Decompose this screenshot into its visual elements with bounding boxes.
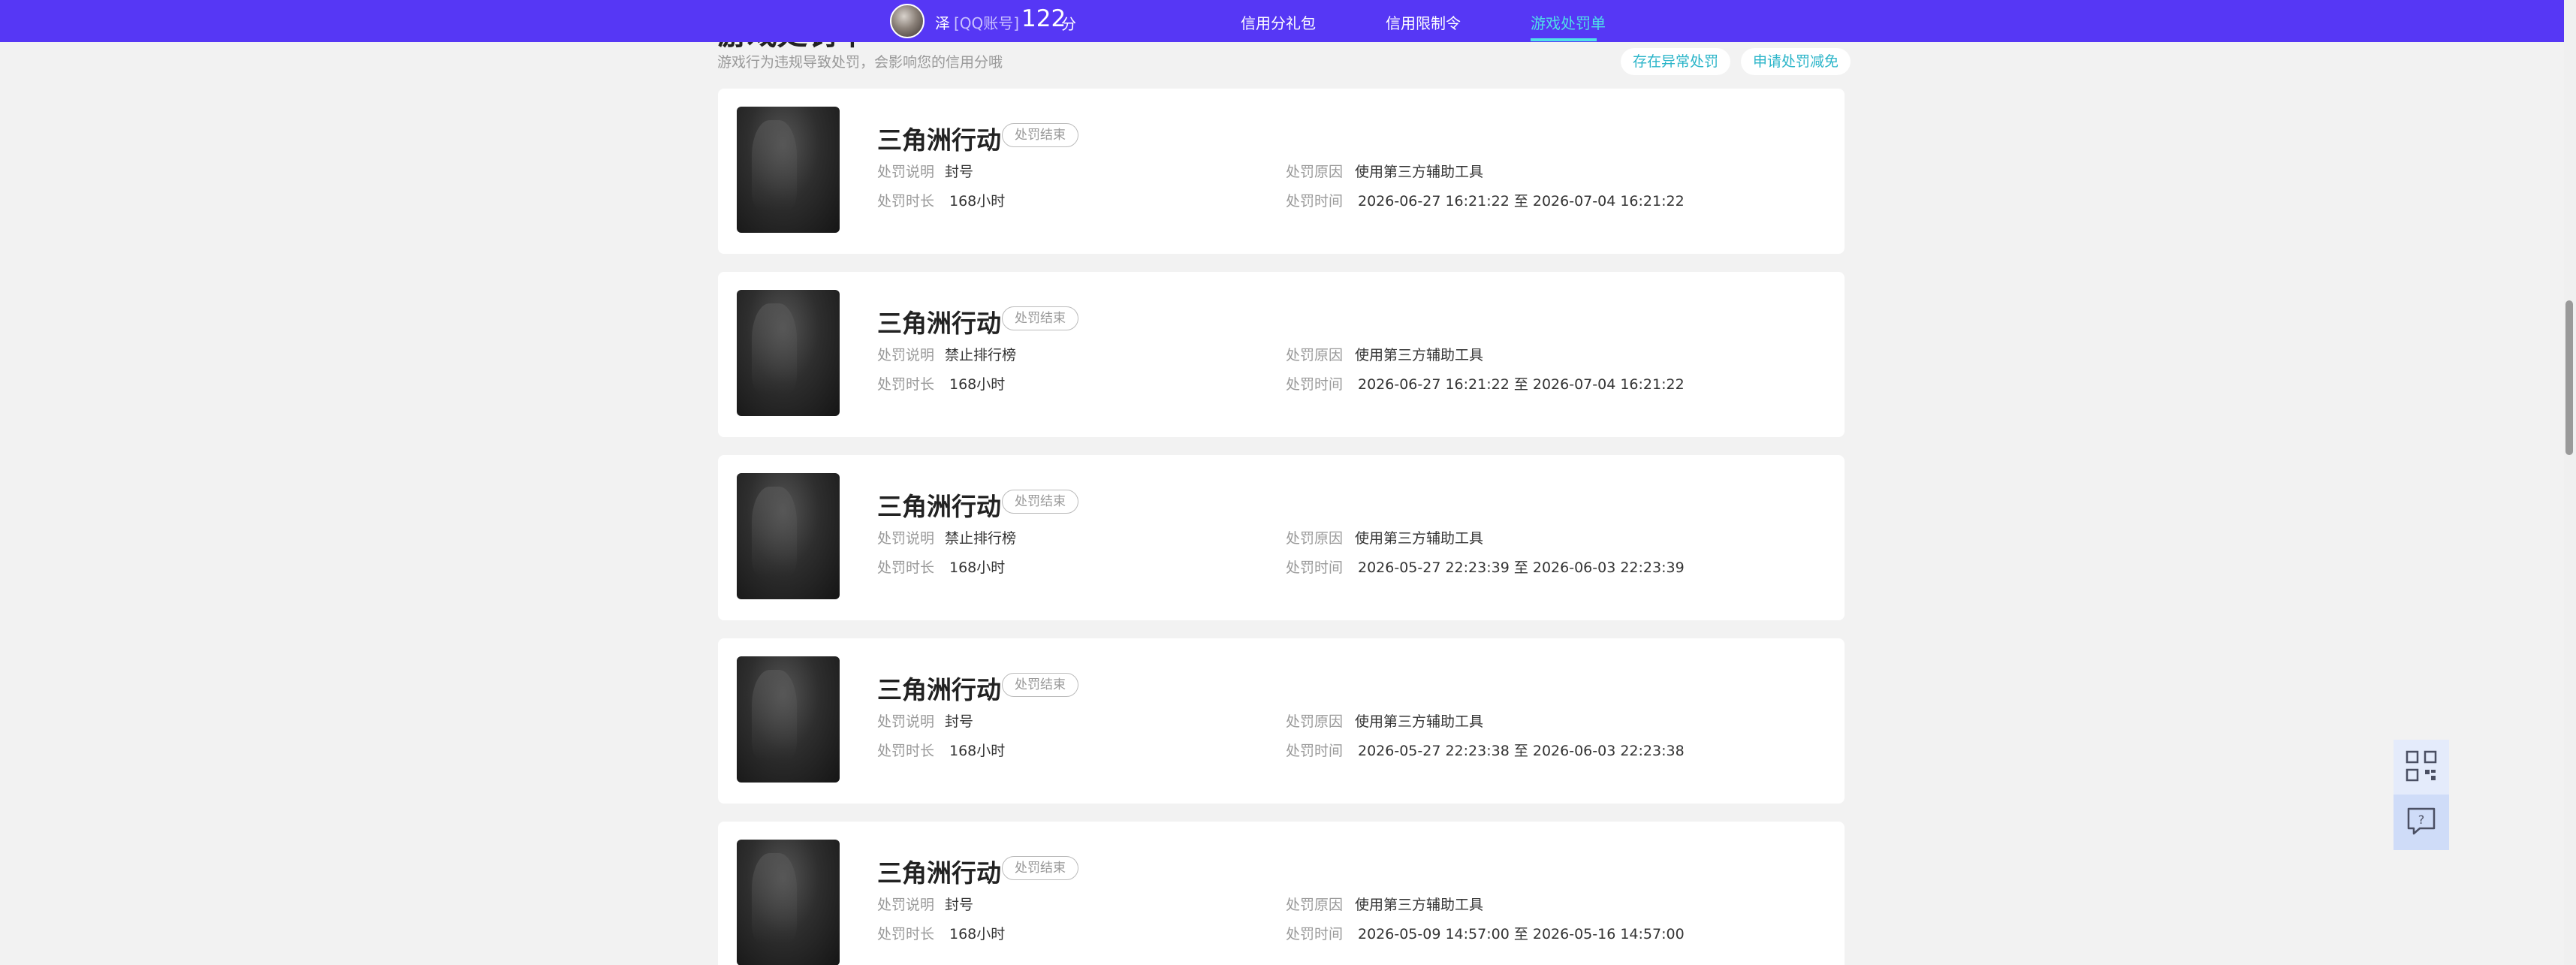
time-value: 2026-06-27 16:21:22 至 2026-07-04 16:21:2… — [1358, 376, 1685, 393]
penalty-card[interactable]: 三角洲行动 处罚结束 处罚说明 封号 处罚时长 168小时 处罚原因 使用第三方… — [718, 89, 1845, 254]
qr-code-icon — [2405, 749, 2438, 786]
duration-label: 处罚时长 — [877, 193, 935, 210]
duration-label: 处罚时长 — [877, 559, 935, 576]
penalty-card[interactable]: 三角洲行动 处罚结束 处罚说明 禁止排行榜 处罚时长 168小时 处罚原因 使用… — [718, 455, 1845, 620]
game-thumbnail — [737, 473, 840, 599]
desc-label: 处罚说明 — [877, 530, 935, 547]
reason-value: 使用第三方辅助工具 — [1355, 713, 1484, 730]
status-badge: 处罚结束 — [1002, 123, 1078, 147]
time-label: 处罚时间 — [1286, 926, 1344, 942]
apply-penalty-reduction-button[interactable]: 申请处罚减免 — [1741, 48, 1851, 75]
time-value: 2026-05-27 22:23:39 至 2026-06-03 22:23:3… — [1358, 559, 1685, 576]
game-title: 三角洲行动 — [877, 309, 1001, 338]
duration-label: 处罚时长 — [877, 926, 935, 942]
duration-value: 168小时 — [949, 559, 1006, 576]
duration-value: 168小时 — [949, 743, 1006, 759]
game-thumbnail — [737, 840, 840, 965]
desc-value: 禁止排行榜 — [945, 347, 1017, 363]
nav-credit-restriction[interactable]: 信用限制令 — [1386, 11, 1461, 33]
desc-value: 封号 — [945, 164, 974, 180]
game-title: 三角洲行动 — [877, 125, 1001, 155]
abnormal-penalty-button[interactable]: 存在异常处罚 — [1621, 48, 1731, 75]
reason-label: 处罚原因 — [1286, 347, 1344, 363]
section-description: 游戏行为违规导致处罚，会影响您的信用分哦 — [717, 54, 1003, 71]
game-thumbnail — [737, 290, 840, 416]
desc-value: 封号 — [945, 897, 974, 913]
penalty-list: 三角洲行动 处罚结束 处罚说明 封号 处罚时长 168小时 处罚原因 使用第三方… — [718, 89, 1845, 965]
penalty-card[interactable]: 三角洲行动 处罚结束 处罚说明 封号 处罚时长 168小时 处罚原因 使用第三方… — [718, 822, 1845, 965]
game-title: 三角洲行动 — [877, 858, 1001, 888]
reason-label: 处罚原因 — [1286, 713, 1344, 730]
reason-label: 处罚原因 — [1286, 530, 1344, 547]
account-type: [QQ账号] — [954, 14, 1020, 32]
game-title: 三角洲行动 — [877, 492, 1001, 521]
duration-value: 168小时 — [949, 926, 1006, 942]
time-value: 2026-06-27 16:21:22 至 2026-07-04 16:21:2… — [1358, 193, 1685, 210]
desc-label: 处罚说明 — [877, 164, 935, 180]
time-label: 处罚时间 — [1286, 743, 1344, 759]
penalty-card[interactable]: 三角洲行动 处罚结束 处罚说明 禁止排行榜 处罚时长 168小时 处罚原因 使用… — [718, 272, 1845, 437]
desc-value: 禁止排行榜 — [945, 530, 1017, 547]
scrollbar-track[interactable] — [2564, 0, 2576, 965]
game-thumbnail — [737, 107, 840, 233]
duration-value: 168小时 — [949, 376, 1006, 393]
top-bar: 泽 [QQ账号] 122 分 信用分礼包 信用限制令 游戏处罚单 — [0, 0, 2576, 42]
nav-credit-gift[interactable]: 信用分礼包 — [1241, 11, 1316, 33]
reason-value: 使用第三方辅助工具 — [1355, 164, 1484, 180]
time-value: 2026-05-27 22:23:38 至 2026-06-03 22:23:3… — [1358, 743, 1685, 759]
time-label: 处罚时间 — [1286, 193, 1344, 210]
time-value: 2026-05-09 14:57:00 至 2026-05-16 14:57:0… — [1358, 926, 1685, 942]
duration-value: 168小时 — [949, 193, 1006, 210]
duration-label: 处罚时长 — [877, 376, 935, 393]
reason-label: 处罚原因 — [1286, 164, 1344, 180]
status-badge: 处罚结束 — [1002, 306, 1078, 330]
desc-label: 处罚说明 — [877, 897, 935, 913]
reason-label: 处罚原因 — [1286, 897, 1344, 913]
help-button[interactable]: ? — [2394, 795, 2449, 850]
page: 游戏处罚单 游戏行为违规导致处罚，会影响您的信用分哦 存在异常处罚 申请处罚减免… — [0, 0, 2576, 965]
duration-label: 处罚时长 — [877, 743, 935, 759]
scrollbar-thumb[interactable] — [2565, 300, 2573, 455]
user-name: 泽 — [935, 14, 950, 32]
desc-label: 处罚说明 — [877, 347, 935, 363]
reason-value: 使用第三方辅助工具 — [1355, 897, 1484, 913]
penalty-card[interactable]: 三角洲行动 处罚结束 处罚说明 封号 处罚时长 168小时 处罚原因 使用第三方… — [718, 638, 1845, 804]
svg-text:?: ? — [2418, 813, 2425, 827]
time-label: 处罚时间 — [1286, 376, 1344, 393]
reason-value: 使用第三方辅助工具 — [1355, 530, 1484, 547]
credit-score: 122 — [1021, 5, 1066, 32]
nav-game-penalty[interactable]: 游戏处罚单 — [1531, 11, 1606, 33]
status-badge: 处罚结束 — [1002, 673, 1078, 697]
nav-active-underline — [1531, 38, 1597, 41]
status-badge: 处罚结束 — [1002, 490, 1078, 514]
credit-score-unit: 分 — [1061, 15, 1076, 33]
qr-code-button[interactable] — [2394, 740, 2449, 795]
game-thumbnail — [737, 656, 840, 783]
status-badge: 处罚结束 — [1002, 856, 1078, 880]
time-label: 处罚时间 — [1286, 559, 1344, 576]
reason-value: 使用第三方辅助工具 — [1355, 347, 1484, 363]
avatar[interactable] — [890, 4, 925, 38]
help-chat-icon: ? — [2405, 804, 2438, 840]
desc-value: 封号 — [945, 713, 974, 730]
game-title: 三角洲行动 — [877, 675, 1001, 704]
desc-label: 处罚说明 — [877, 713, 935, 730]
